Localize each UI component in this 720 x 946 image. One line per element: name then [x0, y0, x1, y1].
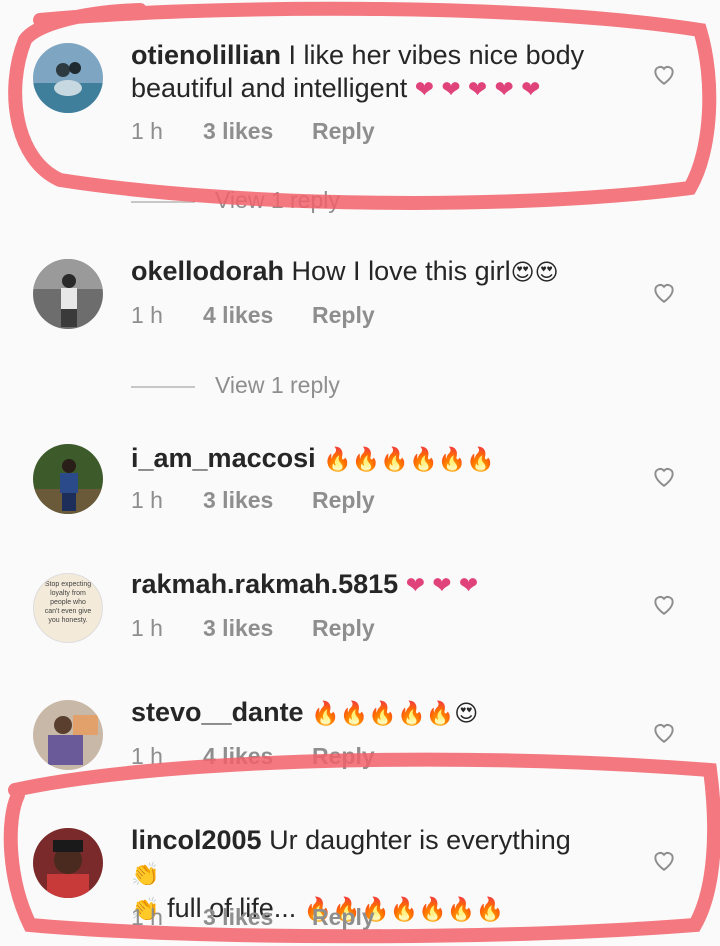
comment-text: otienolillian I like her vibes nice body… — [131, 39, 601, 107]
view-replies-button[interactable]: View 1 reply — [131, 372, 340, 399]
username[interactable]: stevo__dante — [131, 697, 304, 727]
avatar[interactable] — [33, 259, 103, 329]
reply-button[interactable]: Reply — [312, 615, 375, 642]
clap-emoji-icon: 👏 — [131, 862, 160, 888]
username[interactable]: lincol2005 — [131, 825, 262, 855]
timestamp: 1 h — [131, 487, 163, 513]
heart-outline-icon[interactable] — [651, 61, 677, 87]
heart-outline-icon[interactable] — [651, 719, 677, 745]
avatar[interactable] — [33, 828, 103, 898]
username[interactable]: okellodorah — [131, 256, 284, 286]
username[interactable]: i_am_maccosi — [131, 443, 316, 473]
comment-body: Ur daughter is everything — [269, 825, 571, 855]
comment-text: rakmah.rakmah.5815 ❤ ❤ ❤ — [131, 568, 601, 603]
likes-count[interactable]: 4 likes — [203, 302, 273, 329]
timestamp: 1 h — [131, 302, 163, 328]
heart-outline-icon[interactable] — [651, 279, 677, 305]
heart-outline-icon[interactable] — [651, 591, 677, 617]
divider-line — [131, 200, 195, 203]
avatar[interactable]: Stop expecting loyalty from people who c… — [33, 573, 103, 643]
reply-button[interactable]: Reply — [312, 487, 375, 514]
view-replies-label: View 1 reply — [215, 187, 340, 213]
view-replies-button[interactable]: View 1 reply — [131, 187, 340, 214]
username[interactable]: otienolillian — [131, 40, 281, 70]
likes-count[interactable]: 4 likes — [203, 743, 273, 770]
comment-text: okellodorah How I love this girl😍😍 — [131, 255, 601, 290]
likes-count[interactable]: 3 likes — [203, 904, 273, 931]
timestamp: 1 h — [131, 615, 163, 641]
heart-outline-icon[interactable] — [651, 847, 677, 873]
comment-text: stevo__dante 🔥🔥🔥🔥🔥😍 — [131, 696, 601, 731]
view-replies-label: View 1 reply — [215, 372, 340, 398]
divider-line — [131, 385, 195, 388]
heart-eyes-emoji-icon: 😍😍 — [510, 260, 559, 286]
avatar[interactable] — [33, 444, 103, 514]
reply-button[interactable]: Reply — [312, 118, 375, 145]
avatar-quote-text: Stop expecting loyalty from people who c… — [44, 581, 92, 624]
timestamp: 1 h — [131, 118, 163, 144]
heart-eyes-emoji-icon: 😍 — [454, 701, 479, 727]
fire-emoji-icon: 🔥🔥🔥🔥🔥🔥 — [323, 447, 495, 473]
reply-button[interactable]: Reply — [312, 743, 375, 770]
avatar[interactable] — [33, 43, 103, 113]
likes-count[interactable]: 3 likes — [203, 615, 273, 642]
heart-outline-icon[interactable] — [651, 463, 677, 489]
reply-button[interactable]: Reply — [312, 302, 375, 329]
likes-count[interactable]: 3 likes — [203, 118, 273, 145]
likes-count[interactable]: 3 likes — [203, 487, 273, 514]
fire-emoji-icon: 🔥🔥🔥🔥🔥 — [311, 701, 455, 727]
heart-emoji-icon: ❤ ❤ ❤ — [405, 573, 479, 599]
reply-button[interactable]: Reply — [312, 904, 375, 931]
avatar[interactable] — [33, 700, 103, 770]
heart-emoji-icon: ❤ ❤ ❤ ❤ ❤ — [414, 77, 541, 103]
comment-text: i_am_maccosi 🔥🔥🔥🔥🔥🔥 — [131, 442, 601, 477]
timestamp: 1 h — [131, 743, 163, 769]
comment-body: How I love this girl — [291, 256, 511, 286]
timestamp: 1 h — [131, 904, 163, 930]
username[interactable]: rakmah.rakmah.5815 — [131, 569, 398, 599]
